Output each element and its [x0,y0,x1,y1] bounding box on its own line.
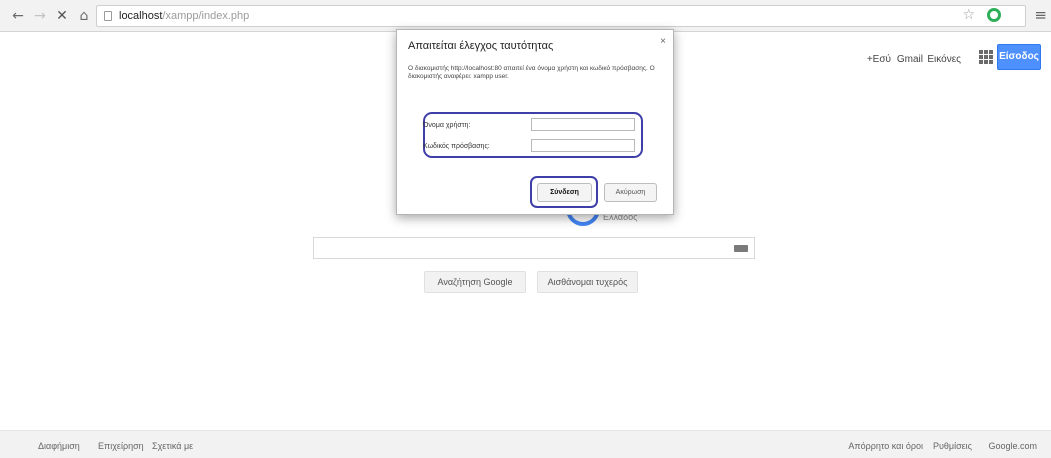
apps-grid-icon[interactable] [979,50,993,64]
extension-icon[interactable] [987,8,1001,22]
plus-link[interactable]: +Εσύ [867,54,891,65]
footer-ads-link[interactable]: Διαφήμιση [38,441,80,451]
lucky-button[interactable]: Αισθάνομαι τυχερός [537,271,638,293]
close-icon[interactable]: × [660,36,666,47]
login-button[interactable]: Σύνδεση [537,183,592,202]
page-icon [104,11,112,21]
password-label: Κωδικός πρόσβασης: [423,143,490,150]
username-input[interactable] [531,118,635,131]
footer-googlecom-link[interactable]: Google.com [988,441,1037,451]
footer-settings-link[interactable]: Ρυθμίσεις [933,441,972,451]
footer-about-link[interactable]: Σχετικά με [152,441,193,451]
google-search-button[interactable]: Αναζήτηση Google [424,271,526,293]
star-icon[interactable]: ☆ [962,7,975,23]
dialog-title: Απαιτείται έλεγχος ταυτότητας [408,40,554,52]
menu-icon[interactable]: ≡ [1034,6,1047,24]
back-arrow-icon[interactable]: ← [10,8,26,24]
search-input[interactable] [313,237,755,259]
auth-dialog: Απαιτείται έλεγχος ταυτότητας × Ο διακομ… [396,29,674,215]
dialog-message: Ο διακομιστής http://localhost:80 απαιτε… [408,65,655,80]
keyboard-icon[interactable] [734,245,748,252]
gmail-link[interactable]: Gmail [897,54,923,65]
url-path: /xampp/index.php [162,10,250,22]
close-icon[interactable]: ✕ [54,8,70,24]
footer: Διαφήμιση Επιχείρηση Σχετικά με Απόρρητο… [0,430,1051,458]
images-link[interactable]: Εικόνες [927,54,961,65]
url-host: localhost [119,10,163,22]
signin-button[interactable]: Είσοδος [997,44,1041,70]
address-bar[interactable]: localhost/xampp/index.php [96,5,1026,27]
home-icon[interactable]: ⌂ [76,8,92,24]
footer-privacy-link[interactable]: Απόρρητο και όροι [848,441,923,451]
username-label: Όνομα χρήστη: [423,122,471,129]
footer-business-link[interactable]: Επιχείρηση [98,441,144,451]
cancel-button[interactable]: Ακύρωση [604,183,657,202]
forward-arrow-icon[interactable]: → [32,8,48,24]
browser-toolbar: ← → ✕ ⌂ localhost/xampp/index.php ☆ ≡ [0,0,1051,32]
password-input[interactable] [531,139,635,152]
